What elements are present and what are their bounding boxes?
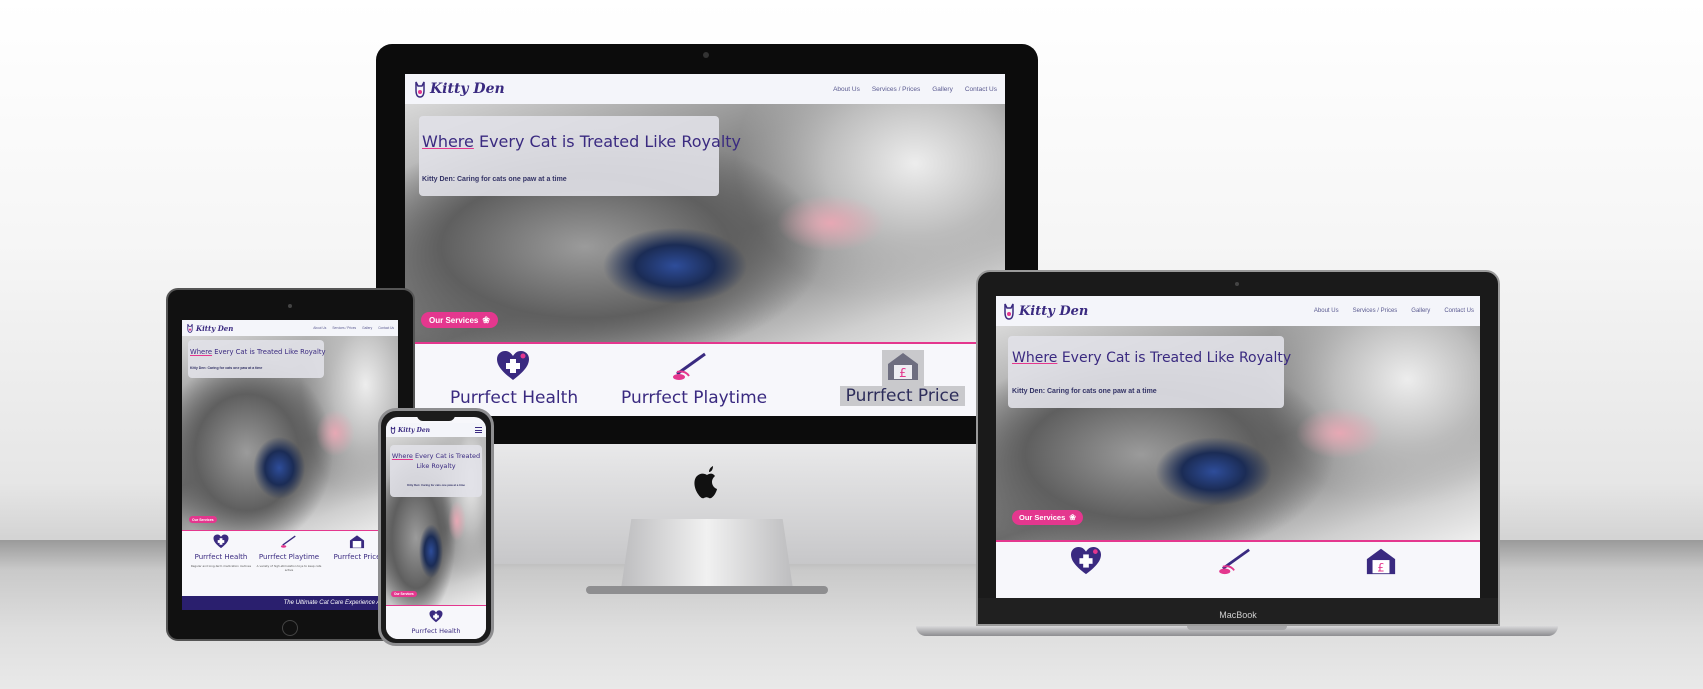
brand-name: Kitty Den bbox=[398, 426, 430, 434]
cat-logo-icon bbox=[413, 80, 427, 98]
nav-links: About Us Services / Prices Gallery Conta… bbox=[313, 326, 394, 330]
service-title: Purrfect Health bbox=[194, 553, 248, 561]
ipad-camera bbox=[288, 304, 292, 308]
brand-name: Kitty Den bbox=[196, 323, 234, 333]
iphone-screen: Kitty Den Where Every Cat is Treated Lik… bbox=[386, 417, 486, 639]
paw-icon: ❀ bbox=[1069, 513, 1076, 522]
iphone-notch bbox=[417, 413, 455, 421]
service-health: Purrfect Health bbox=[401, 608, 471, 635]
imac-screen: Kitty Den About Us Services / Prices Gal… bbox=[405, 74, 1005, 416]
macbook-screen: Kitty Den About Us Services / Prices Gal… bbox=[996, 296, 1480, 598]
hero-subtitle: Kitty Den: Caring for cats one paw at a … bbox=[407, 483, 465, 487]
our-services-button[interactable]: Our Services bbox=[189, 516, 217, 523]
cat-logo-icon bbox=[1002, 302, 1016, 320]
hero-title: Where Every Cat is Treated Like Royalty bbox=[190, 348, 326, 356]
navbar: Kitty Den About Us Services / Prices Gal… bbox=[182, 320, 398, 337]
service-playtime: Purrfect Playtime bbox=[621, 350, 768, 408]
nav-gallery[interactable]: Gallery bbox=[362, 326, 372, 330]
tagline-banner: The Ultimate Cat Care Experience Awaits bbox=[182, 596, 398, 610]
hero-subtitle: Kitty Den: Caring for cats one paw at a … bbox=[1012, 388, 1157, 395]
brand-logo[interactable]: Kitty Den bbox=[1002, 302, 1088, 320]
imac-stand-foot bbox=[586, 586, 828, 594]
nav-services-prices[interactable]: Services / Prices bbox=[1353, 308, 1398, 314]
medical-heart-icon bbox=[496, 351, 529, 380]
brand-logo[interactable]: Kitty Den bbox=[390, 426, 430, 434]
hero-subtitle: Kitty Den: Caring for cats one paw at a … bbox=[422, 176, 567, 183]
cat-toy-wand-icon bbox=[673, 352, 706, 380]
macbook-device: MacBook Kitty Den About Us Services / Pr… bbox=[916, 270, 1558, 640]
medical-heart-icon bbox=[213, 534, 229, 549]
cat-logo-icon bbox=[186, 323, 194, 333]
nav-links: About Us Services / Prices Gallery Conta… bbox=[1314, 308, 1474, 314]
our-services-button[interactable]: Our Services ❀ bbox=[1012, 510, 1083, 525]
brand-name: Kitty Den bbox=[430, 81, 505, 97]
hero-subtitle: Kitty Den: Caring for cats one paw at a … bbox=[190, 366, 263, 370]
iphone-device: Kitty Den Where Every Cat is Treated Lik… bbox=[378, 408, 494, 646]
macbook-camera bbox=[1235, 282, 1239, 286]
macbook-notch bbox=[1187, 626, 1287, 630]
nav-about-us[interactable]: About Us bbox=[833, 86, 860, 93]
service-health: Purrfect Health bbox=[450, 350, 579, 408]
hero-text-box: Where Every Cat is Treated Like Royalty … bbox=[419, 116, 741, 196]
svg-text:£: £ bbox=[899, 366, 907, 380]
hero-text-box: Where Every Cat is Treated Like Royalty … bbox=[1008, 336, 1291, 408]
service-title: Purrfect Playtime bbox=[258, 553, 320, 561]
hero-title: Where Every Cat is Treated Like Royalty bbox=[422, 132, 742, 151]
service-health bbox=[1051, 546, 1121, 580]
imac-camera bbox=[703, 52, 709, 58]
hero-title: Where Every Cat is Treated Like Royalty bbox=[1012, 350, 1292, 366]
service-title: Purrfect Health bbox=[411, 627, 461, 635]
service-desc: Regular and long-term medication routine… bbox=[190, 564, 252, 568]
service-price: £ bbox=[1346, 546, 1416, 580]
cat-toy-wand-icon bbox=[1219, 548, 1250, 575]
navbar: Kitty Den bbox=[386, 423, 486, 438]
nav-about-us[interactable]: About Us bbox=[1314, 308, 1339, 314]
hamburger-menu-icon[interactable] bbox=[475, 427, 482, 433]
nav-contact-us[interactable]: Contact Us bbox=[965, 86, 997, 93]
nav-gallery[interactable]: Gallery bbox=[932, 86, 953, 93]
nav-contact-us[interactable]: Contact Us bbox=[378, 326, 394, 330]
pound-house-icon bbox=[349, 535, 365, 549]
ipad-home-button[interactable] bbox=[282, 620, 298, 636]
paw-icon: ❀ bbox=[482, 314, 490, 325]
brand-logo[interactable]: Kitty Den bbox=[413, 80, 505, 98]
nav-contact-us[interactable]: Contact Us bbox=[1444, 308, 1474, 314]
service-title: Purrfect Health bbox=[450, 388, 579, 408]
service-health: Purrfect Health Regular and long-term me… bbox=[186, 534, 256, 568]
pound-house-icon: £ bbox=[887, 353, 918, 380]
hero-title: Where Every Cat is Treated Like Royalty bbox=[391, 452, 481, 470]
macbook-label: MacBook bbox=[1219, 610, 1257, 620]
brand-logo[interactable]: Kitty Den bbox=[186, 323, 233, 333]
hero-text-box: Where Every Cat is Treated Like Royalty … bbox=[188, 340, 326, 378]
imac-stand bbox=[621, 519, 793, 589]
service-playtime bbox=[1201, 546, 1271, 580]
service-title: Purrfect Playtime bbox=[621, 388, 768, 408]
pound-house-icon: £ bbox=[1366, 548, 1396, 574]
nav-links: About Us Services / Prices Gallery Conta… bbox=[833, 86, 997, 93]
nav-services-prices[interactable]: Services / Prices bbox=[872, 86, 920, 93]
service-playtime: Purrfect Playtime A variety of high-stim… bbox=[254, 534, 324, 572]
navbar: Kitty Den About Us Services / Prices Gal… bbox=[405, 74, 1005, 105]
ipad-screen: Kitty Den About Us Services / Prices Gal… bbox=[182, 320, 398, 610]
nav-gallery[interactable]: Gallery bbox=[1411, 308, 1430, 314]
nav-about-us[interactable]: About Us bbox=[313, 326, 326, 330]
cat-toy-wand-icon bbox=[280, 535, 296, 548]
medical-heart-icon bbox=[1071, 546, 1101, 575]
svg-text:£: £ bbox=[1377, 561, 1384, 574]
our-services-button[interactable]: Our Services bbox=[391, 591, 417, 597]
apple-logo-icon bbox=[691, 462, 723, 502]
cat-logo-icon bbox=[390, 426, 396, 434]
medical-heart-icon bbox=[429, 610, 443, 623]
brand-name: Kitty Den bbox=[1019, 303, 1089, 319]
service-desc: A variety of high-stimulation toys to ke… bbox=[256, 564, 322, 572]
navbar: Kitty Den About Us Services / Prices Gal… bbox=[996, 296, 1480, 327]
our-services-button[interactable]: Our Services ❀ bbox=[421, 312, 498, 328]
nav-services-prices[interactable]: Services / Prices bbox=[332, 326, 356, 330]
hero-text-box: Where Every Cat is Treated Like Royalty … bbox=[390, 445, 482, 497]
